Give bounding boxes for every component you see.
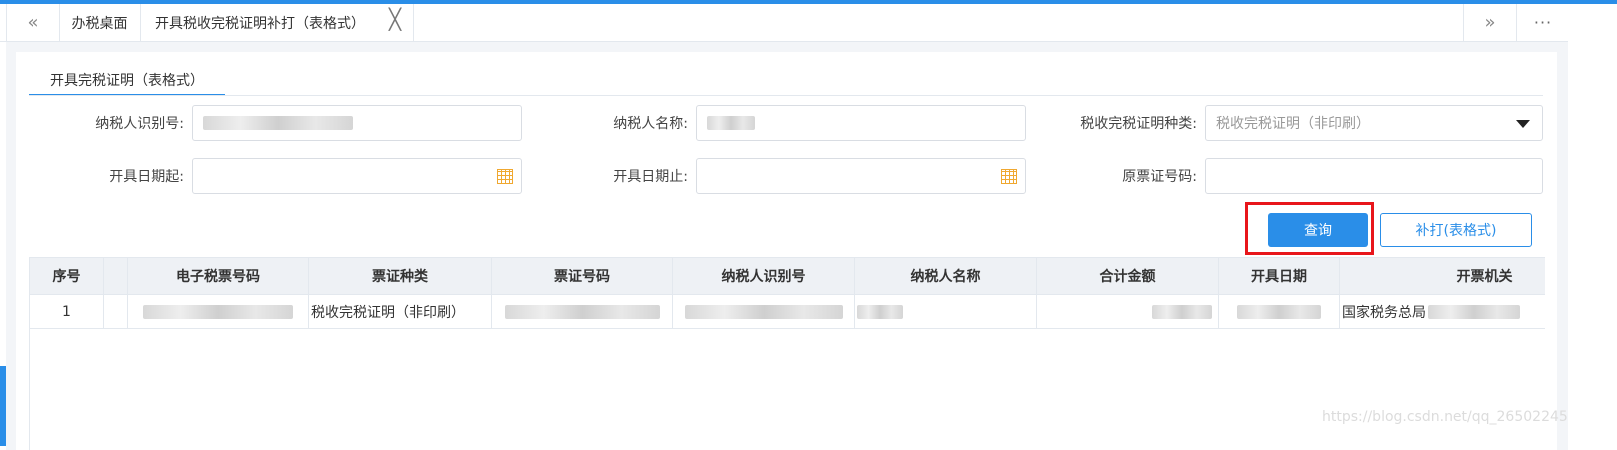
date-to-label: 开具日期止: [613,169,688,185]
tabs-more-button[interactable]: ··· [1516,4,1569,41]
tabs-next-button[interactable]: » [1463,4,1516,41]
header-issuer: 开票机关 [1340,258,1545,294]
tab-print-certificate[interactable]: 开具税收完税证明补打（表格式） ╳ [141,4,414,41]
taxpayer-id-label: 纳税人识别号: [95,116,184,132]
cell-issuer: 国家税务总局 [1340,295,1545,328]
taxpayer-id-input[interactable] [192,105,522,141]
reprint-table-button[interactable]: 补打(表格式) [1380,213,1532,247]
header-checkbox-col [104,258,128,294]
tab-label: 办税桌面 [71,15,128,32]
header-ticket-type: 票证种类 [309,258,492,294]
header-index: 序号 [30,258,104,294]
header-e-ticket-no: 电子税票号码 [128,258,309,294]
watermark: https://blog.csdn.net/qq_26502245 [1322,409,1568,425]
redacted-value [1237,304,1321,319]
cell-checkbox-col [104,295,128,328]
date-from-label: 开具日期起: [109,169,184,185]
subtab-divider [29,95,1543,96]
results-table: 序号 电子税票号码 票证种类 票证号码 纳税人识别号 纳税人名称 合计金额 开具… [29,257,1545,450]
redacted-value [857,304,903,319]
redacted-value [707,116,755,130]
calendar-icon[interactable] [497,169,513,184]
redacted-value [1428,304,1520,319]
taxpayer-name-label: 纳税人名称: [613,116,688,132]
header-total-amount: 合计金额 [1037,258,1219,294]
subtab-issue-certificate[interactable]: 开具完税证明（表格式） [29,66,225,96]
more-dots-icon: ··· [1533,13,1553,32]
dropdown-caret-icon [1516,120,1530,128]
right-gutter [1568,4,1617,450]
side-expand-handle[interactable] [0,366,6,446]
header-taxpayer-name: 纳税人名称 [855,258,1037,294]
date-from-input[interactable] [192,158,522,194]
cell-ticket-type: 税收完税证明（非印刷） [309,295,492,328]
double-chevron-left-icon: « [27,12,39,33]
taxpayer-name-input[interactable] [696,105,1026,141]
tabs-prev-button[interactable]: « [6,4,60,41]
double-chevron-right-icon: » [1484,12,1496,33]
redacted-value [1152,304,1212,319]
date-to-input[interactable] [696,158,1026,194]
orig-ticket-label: 原票证号码: [1122,169,1197,185]
header-issue-date: 开具日期 [1219,258,1340,294]
close-icon[interactable]: ╳ [389,9,401,29]
cell-issue-date [1219,295,1340,328]
redacted-value [203,116,353,130]
redacted-value [143,304,293,319]
tab-bar: « 办税桌面 开具税收完税证明补打（表格式） ╳ » ··· [0,4,1617,42]
cell-ticket-no [492,295,673,328]
cell-index: 1 [30,295,104,328]
orig-ticket-input[interactable] [1205,158,1543,194]
redacted-value [504,304,660,319]
subtab-label: 开具完税证明（表格式） [50,73,204,89]
calendar-icon[interactable] [1001,169,1017,184]
cert-type-label: 税收完税证明种类: [1080,116,1197,132]
tab-label: 开具税收完税证明补打（表格式） [155,15,365,32]
table-row[interactable]: 1 税收完税证明（非印刷） 国家税务总局 [30,295,1545,329]
table-header: 序号 电子税票号码 票证种类 票证号码 纳税人识别号 纳税人名称 合计金额 开具… [30,257,1545,295]
cell-e-ticket-no [128,295,309,328]
cell-taxpayer-id [673,295,855,328]
cell-taxpayer-name [855,295,1037,328]
cert-type-select[interactable]: 税收完税证明（非印刷） [1205,105,1543,141]
cell-total-amount [1037,295,1219,328]
cert-type-value: 税收完税证明（非印刷） [1216,116,1370,132]
header-ticket-no: 票证号码 [492,258,673,294]
issuer-prefix: 国家税务总局 [1342,304,1426,321]
header-taxpayer-id: 纳税人识别号 [673,258,855,294]
tab-tax-desktop[interactable]: 办税桌面 [59,4,141,41]
redacted-value [684,304,843,319]
query-button[interactable]: 查询 [1268,213,1368,247]
